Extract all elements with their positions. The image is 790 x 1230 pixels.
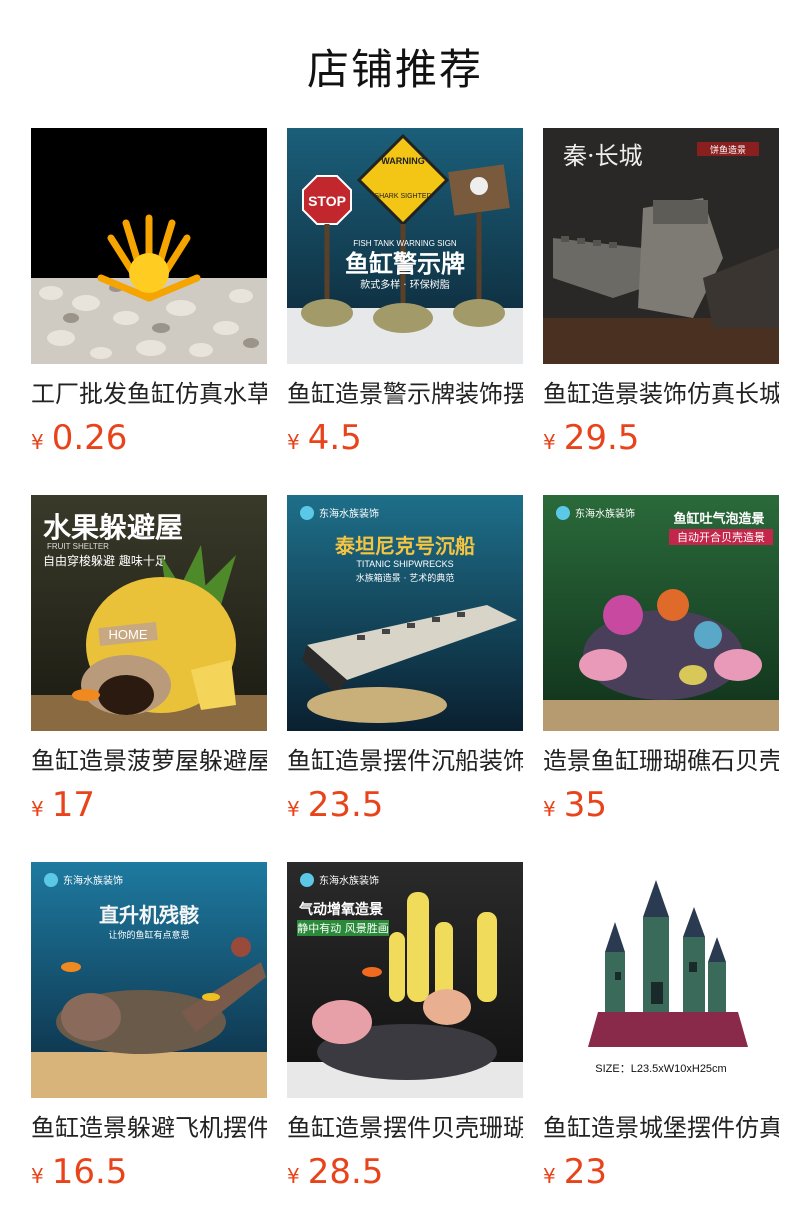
product-price: ¥0.26 — [31, 418, 267, 462]
product-price: ¥4.5 — [287, 418, 523, 462]
door-sign: HOME — [109, 627, 148, 642]
product-name[interactable]: 鱼缸造景城堡摆件仿真 — [543, 1112, 779, 1146]
product-name[interactable]: 工厂批发鱼缸仿真水草 — [31, 378, 267, 412]
product-card[interactable]: 秦·长城 饼鱼造景 鱼缸造景装饰仿真长城 ¥29.5 — [543, 128, 779, 462]
image-size-label: SIZE：L23.5xW10xH25cm — [595, 1063, 726, 1075]
skull-icon — [470, 177, 488, 195]
shell-icon — [714, 649, 762, 681]
product-price: ¥28.5 — [287, 1152, 523, 1196]
price-value: 16.5 — [51, 1152, 128, 1192]
banner-sub: 款式多样 · 环保树脂 — [360, 278, 450, 291]
warning-sign-text: WARNING — [381, 156, 425, 166]
product-card[interactable]: STOP WARNING SHARK SIGHTED FISH TANK WAR… — [287, 128, 523, 462]
currency-symbol: ¥ — [287, 430, 300, 454]
price-value: 4.5 — [307, 418, 362, 458]
price-value: 17 — [51, 785, 95, 825]
brand-logo-icon — [300, 506, 314, 520]
shark-sign-text: SHARK SIGHTED — [374, 193, 431, 200]
image-brand: 东海水族装饰 — [63, 874, 123, 887]
product-card[interactable]: 东海水族装饰 泰坦尼克号沉船 TITANIC SHIPWRECKS 水族箱造景 … — [287, 495, 523, 829]
image-brand: 东海水族装饰 — [319, 507, 379, 520]
currency-symbol: ¥ — [287, 1164, 300, 1188]
price-value: 35 — [563, 785, 607, 825]
product-card[interactable]: 东海水族装饰 鱼缸吐气泡造景 自动开合贝壳造景 造景鱼缸珊瑚礁石贝壳 ¥35 — [543, 495, 779, 829]
price-value: 23 — [563, 1152, 607, 1192]
product-image[interactable]: 东海水族装饰 直升机残骸 让你的鱼缸有点意思 — [31, 862, 267, 1098]
product-image[interactable]: 水果躲避屋 FRUIT SHELTER 自由穿梭躲避 趣味十足 HOME — [31, 495, 267, 731]
brand-logo-icon — [44, 873, 58, 887]
image-sub: 静中有动 风景胜画 — [297, 921, 389, 935]
fish-icon — [362, 967, 382, 977]
price-value: 23.5 — [307, 785, 384, 825]
product-price: ¥23 — [543, 1152, 779, 1196]
product-price: ¥16.5 — [31, 1152, 267, 1196]
image-sub-en: FRUIT SHELTER — [47, 542, 109, 551]
currency-symbol: ¥ — [31, 1164, 44, 1188]
fish-icon — [61, 962, 81, 972]
banner-en: FISH TANK WARNING SIGN — [353, 239, 457, 248]
product-name[interactable]: 鱼缸造景警示牌装饰摆件 — [287, 378, 523, 412]
product-name[interactable]: 鱼缸造景摆件贝壳珊瑚 — [287, 1112, 523, 1146]
product-price: ¥29.5 — [543, 418, 779, 462]
product-name[interactable]: 鱼缸造景装饰仿真长城 — [543, 378, 779, 412]
product-image[interactable]: STOP WARNING SHARK SIGHTED FISH TANK WAR… — [287, 128, 523, 364]
image-title: 气动增氧造景 — [298, 901, 383, 918]
stop-sign-text: STOP — [308, 193, 346, 209]
currency-symbol: ¥ — [31, 797, 44, 821]
image-sub-en: TITANIC SHIPWRECKS — [356, 559, 453, 569]
brand-logo-icon — [556, 506, 570, 520]
currency-symbol: ¥ — [543, 1164, 556, 1188]
image-brand: 东海水族装饰 — [319, 874, 379, 887]
currency-symbol: ¥ — [31, 430, 44, 454]
product-image[interactable]: 东海水族装饰 泰坦尼克号沉船 TITANIC SHIPWRECKS 水族箱造景 … — [287, 495, 523, 731]
price-value: 29.5 — [563, 418, 640, 458]
shell-icon — [423, 989, 471, 1025]
image-title: 水果躲避屋 — [43, 511, 183, 544]
fish-icon — [202, 993, 220, 1001]
price-value: 28.5 — [307, 1152, 384, 1192]
image-title: 直升机残骸 — [99, 903, 199, 927]
currency-symbol: ¥ — [543, 797, 556, 821]
product-image[interactable] — [31, 128, 267, 364]
currency-symbol: ¥ — [287, 797, 300, 821]
product-card[interactable]: SIZE：L23.5xW10xH25cm 鱼缸造景城堡摆件仿真 ¥23 — [543, 862, 779, 1196]
image-title: 泰坦尼克号沉船 — [334, 534, 475, 558]
shell-icon — [579, 649, 627, 681]
image-title: 秦·长城 — [563, 142, 643, 170]
image-sub: 让你的鱼缸有点意思 — [108, 929, 189, 941]
product-card[interactable]: 东海水族装饰 气动增氧造景 静中有动 风景胜画 鱼缸造景摆件贝壳珊瑚 ¥28.5 — [287, 862, 523, 1196]
image-sub: 自由穿梭躲避 趣味十足 — [43, 553, 167, 568]
shell-icon — [312, 1000, 372, 1044]
product-name[interactable]: 鱼缸造景躲避飞机摆件 — [31, 1112, 267, 1146]
product-name[interactable]: 鱼缸造景摆件沉船装饰 — [287, 745, 523, 779]
banner-cn: 鱼缸警示牌 — [345, 250, 465, 278]
product-name[interactable]: 鱼缸造景菠萝屋躲避屋 — [31, 745, 267, 779]
product-price: ¥35 — [543, 785, 779, 829]
product-image[interactable]: 东海水族装饰 鱼缸吐气泡造景 自动开合贝壳造景 — [543, 495, 779, 731]
product-image[interactable]: 东海水族装饰 气动增氧造景 静中有动 风景胜画 — [287, 862, 523, 1098]
image-title: 鱼缸吐气泡造景 — [673, 511, 764, 527]
image-badge: 饼鱼造景 — [710, 144, 746, 156]
product-card[interactable]: 东海水族装饰 直升机残骸 让你的鱼缸有点意思 鱼缸造景躲避飞机摆件 ¥16.5 — [31, 862, 267, 1196]
product-price: ¥17 — [31, 785, 267, 829]
image-sub: 自动开合贝壳造景 — [677, 530, 765, 544]
price-value: 0.26 — [51, 418, 128, 458]
product-name[interactable]: 造景鱼缸珊瑚礁石贝壳 — [543, 745, 779, 779]
image-brand: 东海水族装饰 — [575, 507, 635, 520]
product-card[interactable]: 水果躲避屋 FRUIT SHELTER 自由穿梭躲避 趣味十足 HOME 鱼缸造… — [31, 495, 267, 829]
brand-logo-icon — [300, 873, 314, 887]
product-image[interactable]: SIZE：L23.5xW10xH25cm — [543, 862, 779, 1098]
page-title: 店铺推荐 — [306, 45, 483, 94]
image-sub: 水族箱造景 · 艺术的典范 — [356, 572, 455, 584]
product-image[interactable]: 秦·长城 饼鱼造景 — [543, 128, 779, 364]
product-card[interactable]: 工厂批发鱼缸仿真水草 ¥0.26 — [31, 128, 267, 462]
product-price: ¥23.5 — [287, 785, 523, 829]
currency-symbol: ¥ — [543, 430, 556, 454]
fish-icon — [72, 689, 100, 701]
